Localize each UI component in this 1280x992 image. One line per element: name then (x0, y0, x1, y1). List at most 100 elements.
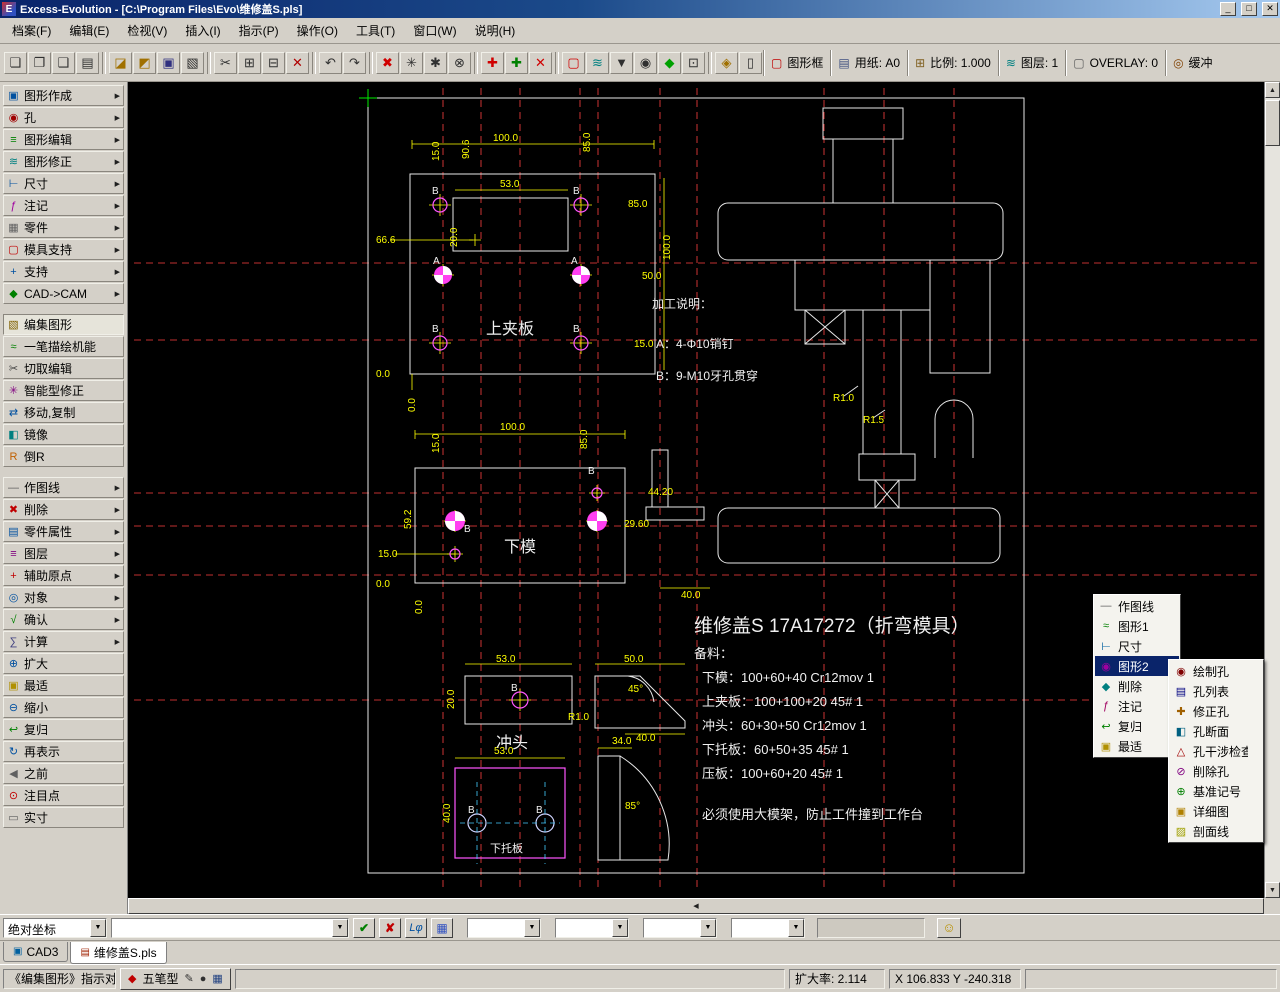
sb-edit-shape[interactable]: ▧ 编集图形 ▶ (3, 314, 124, 335)
ime-method-label[interactable]: 五笔型 (142, 970, 178, 987)
sb-shape-modify[interactable]: ≋ 图形修正 ▶ (3, 151, 124, 172)
ime-bar[interactable]: ◆ 五笔型 ✎ ● ▦ (120, 967, 231, 990)
tb-display-filter[interactable]: ▼ (610, 51, 633, 74)
scroll-up-icon[interactable]: ▲ (1265, 82, 1280, 98)
field-buffer[interactable]: ◎ 缓冲 (1165, 49, 1220, 76)
scroll-down-icon[interactable]: ▼ (1265, 882, 1280, 898)
ctx-restore[interactable]: ↩ 复归 ▶ (1095, 716, 1179, 736)
parameter-combo[interactable]: ▼ (555, 917, 629, 938)
sb-shape-edit[interactable]: ≡ 图形编辑 ▶ (3, 129, 124, 150)
tb-paste[interactable]: ⊟ (262, 51, 285, 74)
sb-annotation[interactable]: ƒ 注记 ▶ (3, 195, 124, 216)
ime-punctuation-icon[interactable]: ● (200, 973, 207, 985)
menu-edit[interactable]: 编辑(E) (60, 18, 118, 43)
menu-insert[interactable]: 插入(I) (176, 18, 229, 43)
drawing-canvas[interactable]: 100.0 15.0 90.6 85.0 53.0 85.0 66.6 20.0… (128, 82, 1264, 898)
sb-layers[interactable]: ≡ 图层 ▶ (3, 543, 124, 564)
toolbar-button[interactable] (102, 51, 106, 74)
sb-calculate[interactable]: ∑ 计算 ▶ (3, 631, 124, 652)
menu-operate[interactable]: 操作(O) (288, 18, 347, 43)
vertical-scroll-thumb[interactable] (1265, 100, 1280, 146)
menu-view[interactable]: 检视(V) (118, 18, 176, 43)
chevron-down-icon[interactable]: ▼ (788, 918, 804, 937)
tb-cut[interactable]: ✂ (214, 51, 237, 74)
smiley-button[interactable]: ☺ (937, 917, 961, 938)
tb-print[interactable]: ▧ (181, 51, 204, 74)
cancel-button[interactable]: ✘ (379, 917, 401, 938)
sb-smart-modify[interactable]: ✳ 智能型修正 ▶ (3, 380, 124, 401)
confirm-button[interactable]: ✔ (353, 917, 375, 938)
tb-lock[interactable]: ◈ (715, 51, 738, 74)
length-angle-button[interactable]: Lφ (405, 917, 427, 938)
tb-cancel[interactable]: ✖ (376, 51, 399, 74)
sb-construction-line[interactable]: — 作图线 ▶ (3, 477, 124, 498)
tb-fill-style[interactable]: ◆ (658, 51, 681, 74)
maximize-button[interactable]: □ (1241, 2, 1257, 16)
ctx-modify-hole[interactable]: ✚ 修正孔 ▶ (1170, 701, 1262, 721)
menu-tools[interactable]: 工具(T) (347, 18, 404, 43)
sb-previous[interactable]: ◀ 之前 ▶ (3, 763, 124, 784)
sb-part-props[interactable]: ▤ 零件属性 ▶ (3, 521, 124, 542)
ctx-shape2[interactable]: ◉ 图形2 ▶ (1095, 656, 1179, 676)
chevron-down-icon[interactable]: ▼ (612, 918, 628, 937)
ctx-hole-interference[interactable]: △ 孔干涉检查 ▶ (1170, 741, 1262, 761)
scroll-left-icon[interactable]: ◀ (128, 898, 1264, 914)
sb-support[interactable]: + 支持 ▶ (3, 261, 124, 282)
sb-actual-size[interactable]: ▭ 实寸 ▶ (3, 807, 124, 828)
tb-add-point-red[interactable]: ✚ (481, 51, 504, 74)
sb-fillet[interactable]: R 倒R ▶ (3, 446, 124, 467)
tb-section-box[interactable]: ⊡ (682, 51, 705, 74)
tb-snap-endpoint[interactable]: ✱ (424, 51, 447, 74)
field-frame[interactable]: ▢ 图形框 (763, 49, 830, 76)
tb-redo[interactable]: ↷ (343, 51, 366, 74)
chevron-down-icon[interactable]: ▼ (700, 918, 716, 937)
tb-snap-intersection[interactable]: ✳ (400, 51, 423, 74)
ctx-detail-view[interactable]: ▣ 详细图 ▶ (1170, 801, 1262, 821)
chevron-down-icon[interactable]: ▼ (524, 918, 540, 937)
ctx-datum-mark[interactable]: ⊕ 基准记号 ▶ (1170, 781, 1262, 801)
titlebar[interactable]: E Excess-Evolution - [C:\Program Files\E… (0, 0, 1280, 18)
tb-open-folder[interactable]: ◪ (109, 51, 132, 74)
sb-redraw[interactable]: ↻ 再表示 ▶ (3, 741, 124, 762)
menu-command[interactable]: 指示(P) (230, 18, 288, 43)
sb-erase[interactable]: ✖ 削除 ▶ (3, 499, 124, 520)
sb-shape-create[interactable]: ▣ 图形作成 ▶ (3, 85, 124, 106)
tb-copy[interactable]: ⊞ (238, 51, 261, 74)
close-button[interactable]: ✕ (1262, 2, 1278, 16)
ime-mode-icon[interactable]: ◆ (128, 972, 136, 985)
tb-point-style[interactable]: ◉ (634, 51, 657, 74)
tb-page-frame[interactable]: ▯ (739, 51, 762, 74)
sb-aux-origin[interactable]: + 辅助原点 ▶ (3, 565, 124, 586)
chevron-down-icon[interactable]: ▼ (90, 918, 106, 937)
field-overlay[interactable]: ▢ OVERLAY: 0 (1065, 49, 1165, 76)
parameter-combo[interactable]: ▼ (731, 917, 805, 938)
coordinate-mode-select[interactable]: 绝对坐标 ▼ (3, 917, 107, 938)
tb-delete[interactable]: ✕ (286, 51, 309, 74)
sb-object[interactable]: ◎ 对象 ▶ (3, 587, 124, 608)
tb-frame-toggle[interactable]: ▢ (562, 51, 585, 74)
toolbar-button[interactable] (312, 51, 316, 74)
sb-focus-point[interactable]: ⊙ 注目点 ▶ (3, 785, 124, 806)
vertical-scroll-track[interactable] (1265, 98, 1280, 882)
sb-confirm[interactable]: √ 确认 ▶ (3, 609, 124, 630)
toolbar-button[interactable] (555, 51, 559, 74)
grid-snap-button[interactable]: ▦ (431, 917, 453, 938)
field-layer[interactable]: ≋ 图层: 1 (997, 49, 1065, 76)
sb-zoom-fit[interactable]: ▣ 最适 ▶ (3, 675, 124, 696)
tb-undo[interactable]: ↶ (319, 51, 342, 74)
ctx-draw-hole[interactable]: ◉ 绘制孔 ▶ (1170, 661, 1262, 681)
sb-move-copy[interactable]: ⇄ 移动,复制 ▶ (3, 402, 124, 423)
sb-parts[interactable]: ▦ 零件 ▶ (3, 217, 124, 238)
tb-import-folder[interactable]: ◩ (133, 51, 156, 74)
ctx-erase[interactable]: ◆ 削除 ▶ (1095, 676, 1179, 696)
toolbar-button[interactable] (474, 51, 478, 74)
tb-layer-waves[interactable]: ≋ (586, 51, 609, 74)
ctx-dimension[interactable]: ⊢ 尺寸 ▶ (1095, 636, 1179, 656)
tb-doc-stack[interactable]: ❑ (52, 51, 75, 74)
tab-cad3[interactable]: ▣ CAD3 (3, 942, 69, 962)
sb-zoom-out[interactable]: ⊖ 缩小 ▶ (3, 697, 124, 718)
ctx-annotation[interactable]: ƒ 注记 ▶ (1095, 696, 1179, 716)
tb-open-doc[interactable]: ❐ (28, 51, 51, 74)
sb-hole[interactable]: ◉ 孔 ▶ (3, 107, 124, 128)
tab-file[interactable]: ▤ 维修盖S.pls (70, 942, 167, 964)
